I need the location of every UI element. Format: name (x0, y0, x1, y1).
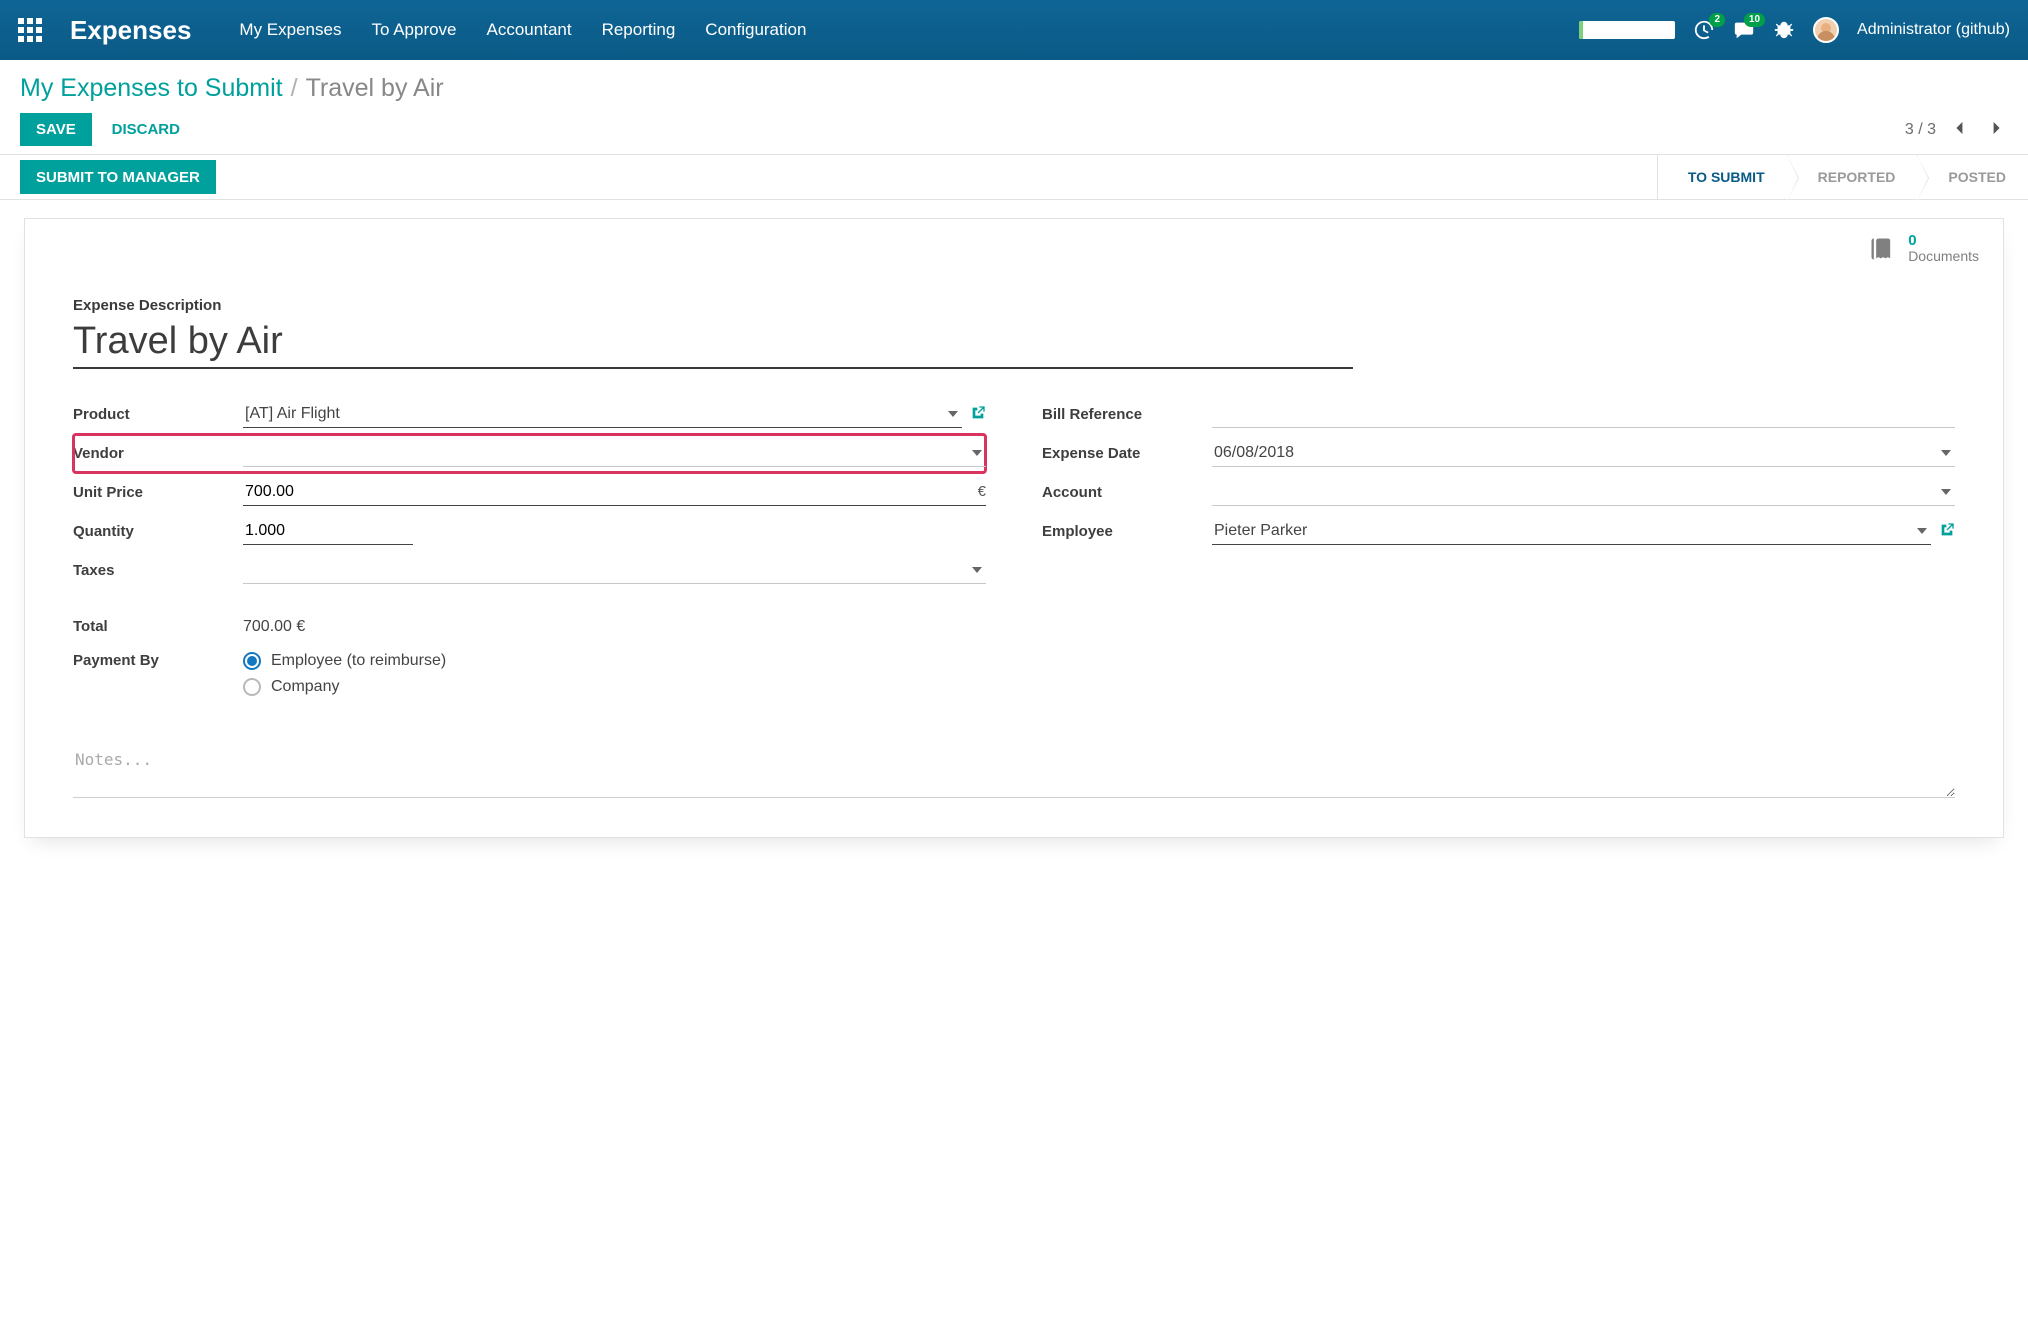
total-value: 700.00 € (243, 618, 305, 635)
left-buttons: Save Discard (20, 113, 196, 146)
breadcrumb-link[interactable]: My Expenses to Submit (20, 74, 283, 103)
unit-price-label: Unit Price (73, 473, 243, 512)
nav-accountant[interactable]: Accountant (487, 20, 572, 40)
app-brand[interactable]: Expenses (70, 15, 191, 46)
nav-my-expenses[interactable]: My Expenses (239, 20, 341, 40)
payment-by-label: Payment By (73, 642, 243, 706)
payment-company-label: Company (271, 678, 339, 696)
notes-textarea[interactable] (73, 742, 1955, 798)
documents-count: 0 (1908, 233, 1979, 248)
nav-reporting[interactable]: Reporting (602, 20, 676, 40)
vendor-label: Vendor (73, 434, 243, 473)
account-input[interactable] (1212, 479, 1955, 506)
payment-employee-label: Employee (to reimburse) (271, 652, 446, 670)
submit-to-manager-button[interactable]: Submit to Manager (20, 160, 216, 194)
pager-prev[interactable] (1948, 117, 1972, 143)
description-input[interactable] (73, 314, 1353, 369)
employee-label: Employee (1042, 512, 1212, 551)
quantity-input[interactable] (243, 518, 413, 545)
breadcrumb: My Expenses to Submit / Travel by Air (20, 74, 2008, 103)
apps-icon[interactable] (18, 18, 42, 42)
status-to-submit[interactable]: To Submit (1657, 155, 1787, 199)
status-reported[interactable]: Reported (1787, 155, 1918, 199)
user-menu[interactable]: Administrator (github) (1857, 21, 2010, 39)
control-panel: My Expenses to Submit / Travel by Air Sa… (0, 60, 2028, 154)
documents-stat-button[interactable]: 0 Documents (1868, 233, 1979, 265)
quantity-label: Quantity (73, 512, 243, 551)
breadcrumb-sep: / (291, 74, 298, 103)
save-button[interactable]: Save (20, 113, 92, 146)
expense-date-label: Expense Date (1042, 434, 1212, 473)
product-external-link-icon[interactable] (970, 405, 986, 424)
description-label: Expense Description (73, 297, 1955, 314)
messages-badge: 10 (1744, 13, 1765, 27)
status-steps: To Submit Reported Posted (1657, 155, 2028, 199)
radio-checked-icon (243, 652, 261, 670)
total-label: Total (73, 612, 243, 642)
pager-text: 3 / 3 (1905, 121, 1936, 139)
book-icon (1868, 235, 1896, 263)
unit-price-input[interactable] (243, 479, 970, 505)
employee-input[interactable] (1212, 518, 1931, 545)
avatar[interactable] (1813, 17, 1839, 43)
messages-icon[interactable]: 10 (1733, 19, 1755, 41)
main-navbar: Expenses My Expenses To Approve Accounta… (0, 0, 2028, 60)
nav-configuration[interactable]: Configuration (705, 20, 806, 40)
product-input[interactable] (243, 401, 962, 428)
activities-badge: 2 (1709, 13, 1725, 27)
vendor-input[interactable] (243, 440, 986, 467)
statusbar: Submit to Manager To Submit Reported Pos… (0, 154, 2028, 200)
documents-label: Documents (1908, 248, 1979, 265)
product-label: Product (73, 395, 243, 434)
activities-icon[interactable]: 2 (1693, 19, 1715, 41)
nav-right: 2 10 Administrator (github) (1579, 17, 2010, 43)
bill-reference-label: Bill Reference (1042, 395, 1212, 434)
breadcrumb-current: Travel by Air (306, 74, 444, 103)
account-label: Account (1042, 473, 1212, 512)
pager: 3 / 3 (1905, 117, 2008, 143)
employee-external-link-icon[interactable] (1939, 522, 1955, 541)
currency-symbol: € (970, 483, 986, 500)
payment-company-option[interactable]: Company (243, 674, 986, 700)
pager-next[interactable] (1984, 117, 2008, 143)
bill-reference-input[interactable] (1212, 401, 1955, 428)
expense-date-input[interactable] (1212, 440, 1955, 467)
payment-employee-option[interactable]: Employee (to reimburse) (243, 648, 986, 674)
nav-to-approve[interactable]: To Approve (371, 20, 456, 40)
discard-button[interactable]: Discard (96, 113, 196, 146)
form-sheet: 0 Documents Expense Description Product (24, 218, 2004, 838)
taxes-input[interactable] (243, 557, 986, 584)
debug-icon[interactable] (1773, 19, 1795, 41)
nav-links: My Expenses To Approve Accountant Report… (239, 20, 1579, 40)
radio-unchecked-icon (243, 678, 261, 696)
status-posted[interactable]: Posted (1917, 155, 2028, 199)
progress-indicator[interactable] (1579, 21, 1675, 39)
taxes-label: Taxes (73, 551, 243, 590)
